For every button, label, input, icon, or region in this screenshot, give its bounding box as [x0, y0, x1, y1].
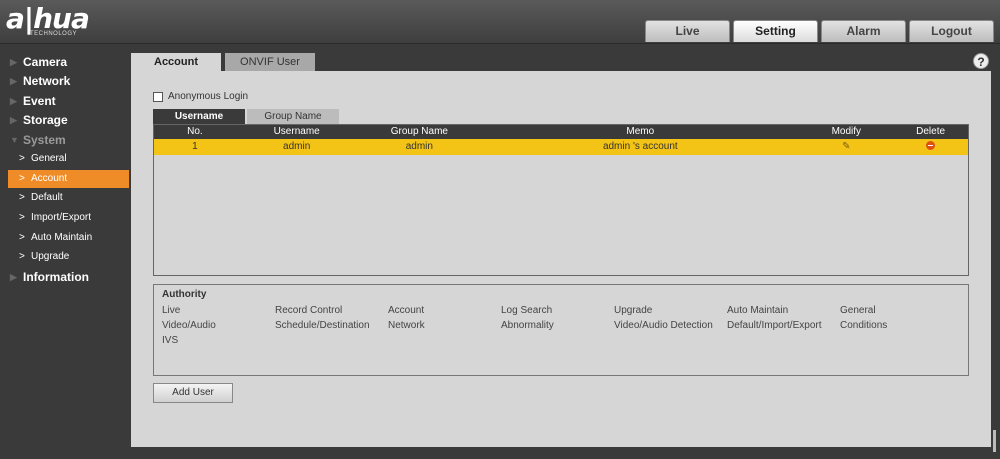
authority-item: Video/Audio Detection [614, 320, 713, 331]
tab-onvif-user[interactable]: ONVIF User [225, 53, 315, 71]
triangle-down-icon: ▼ [10, 135, 19, 145]
cell-modify: ✎ [799, 139, 893, 155]
table-row[interactable]: 1 admin admin admin 's account ✎ [154, 139, 968, 155]
chevron-right-icon: > [19, 251, 25, 262]
authority-panel: Authority Live Record Control Account Lo… [153, 284, 969, 376]
cell-no: 1 [192, 141, 198, 152]
chevron-right-icon: > [19, 173, 25, 184]
triangle-right-icon: ▶ [10, 115, 17, 125]
sidebar-item-general[interactable]: > General [0, 150, 130, 168]
sidebar-item-label: Auto Maintain [31, 232, 93, 243]
column-header: Memo [626, 126, 655, 137]
sidebar-item-network[interactable]: ▶ Network [0, 72, 130, 90]
chevron-right-icon: > [19, 212, 25, 223]
sidebar-item-label: System [23, 133, 66, 147]
sidebar-item-label: Event [23, 94, 56, 108]
authority-item: Upgrade [614, 305, 653, 316]
cell-username: admin [283, 141, 311, 152]
logo-tagline: TECHNOLOGY [30, 31, 78, 37]
sidebar-item-camera[interactable]: ▶ Camera [0, 53, 130, 71]
nav-tab-setting[interactable]: Setting [733, 20, 818, 42]
sidebar-item-auto-maintain[interactable]: > Auto Maintain [0, 229, 130, 247]
anonymous-login: Anonymous Login [153, 91, 248, 102]
authority-item: Live [162, 305, 181, 316]
authority-item: Default/Import/Export [727, 320, 822, 331]
tab-username[interactable]: Username [153, 109, 245, 124]
anonymous-login-checkbox[interactable] [153, 91, 163, 102]
sidebar-item-storage[interactable]: ▶ Storage [0, 111, 130, 129]
authority-item: Conditions [840, 320, 888, 331]
sidebar-item-label: Storage [23, 113, 68, 127]
sidebar-item-label: Import/Export [31, 212, 92, 223]
minus-circle-icon[interactable] [926, 141, 936, 150]
authority-item: IVS [162, 335, 179, 346]
authority-item: Log Search [501, 305, 553, 316]
column-header: Username [273, 126, 320, 137]
sidebar-item-label: Upgrade [31, 251, 70, 262]
triangle-right-icon: ▶ [10, 272, 17, 282]
triangle-right-icon: ▶ [10, 96, 17, 106]
user-sub-tabs: Username Group Name [153, 109, 341, 124]
sidebar-item-system[interactable]: ▼ System [0, 131, 130, 149]
tab-group-name[interactable]: Group Name [247, 109, 339, 124]
nav-tab-logout[interactable]: Logout [909, 20, 994, 42]
table-header: No. Username Group Name Memo Modify Dele… [154, 125, 968, 139]
authority-item: Account [388, 305, 425, 316]
column-header: No. [187, 126, 203, 137]
sidebar: ▶ Camera ▶ Network ▶ Event ▶ Storage ▼ S… [0, 45, 130, 459]
sidebar-item-label: Default [31, 192, 63, 203]
column-header: Modify [831, 126, 862, 137]
column-header: Group Name [390, 126, 448, 137]
authority-item: Schedule/Destination [275, 320, 370, 331]
page-tabs: Account ONVIF User [131, 53, 319, 71]
authority-item: Auto Maintain [727, 305, 789, 316]
chevron-right-icon: > [19, 153, 25, 164]
nav-tab-alarm[interactable]: Alarm [821, 20, 906, 42]
sidebar-item-label: Network [23, 74, 71, 88]
authority-item: Abnormality [501, 320, 554, 331]
triangle-right-icon: ▶ [10, 76, 17, 86]
tab-account[interactable]: Account [131, 53, 221, 71]
authority-list: Live Record Control Account Log Search U… [162, 304, 960, 347]
cell-memo: admin 's account [602, 141, 678, 152]
pencil-icon[interactable]: ✎ [842, 139, 850, 155]
sidebar-item-default[interactable]: > Default [0, 189, 130, 207]
anonymous-login-label: Anonymous Login [168, 91, 249, 102]
main-panel: Anonymous Login Username Group Name No. … [131, 71, 991, 447]
sidebar-item-label: Information [23, 270, 89, 284]
authority-title: Authority [162, 289, 207, 300]
sidebar-item-account[interactable]: > Account [8, 170, 129, 188]
dahua-logo: a|hua [6, 2, 90, 35]
chevron-right-icon: > [19, 192, 25, 203]
sidebar-item-label: General [31, 153, 67, 164]
sidebar-item-information[interactable]: ▶ Information [0, 268, 130, 286]
add-user-button[interactable]: Add User [153, 383, 233, 403]
authority-item: Record Control [275, 305, 343, 316]
top-header: a|hua TECHNOLOGY Live Setting Alarm Logo… [0, 0, 1000, 44]
authority-item: General [840, 305, 876, 316]
authority-item: Video/Audio [162, 320, 216, 331]
column-header: Delete [916, 126, 946, 137]
cell-group: admin [405, 141, 433, 152]
sidebar-item-label: Camera [23, 55, 68, 69]
triangle-right-icon: ▶ [10, 57, 17, 67]
help-icon[interactable]: ? [973, 53, 989, 69]
sidebar-item-import-export[interactable]: > Import/Export [0, 209, 130, 227]
sidebar-item-event[interactable]: ▶ Event [0, 92, 130, 110]
chevron-right-icon: > [19, 232, 25, 243]
sidebar-item-label: Account [31, 173, 68, 184]
sidebar-item-upgrade[interactable]: > Upgrade [0, 248, 130, 266]
cell-delete [893, 139, 968, 155]
top-nav: Live Setting Alarm Logout [645, 20, 994, 42]
authority-item: Network [388, 320, 425, 331]
user-table: No. Username Group Name Memo Modify Dele… [153, 124, 969, 276]
nav-tab-live[interactable]: Live [645, 20, 730, 42]
scrollbar-thumb[interactable] [993, 430, 996, 452]
